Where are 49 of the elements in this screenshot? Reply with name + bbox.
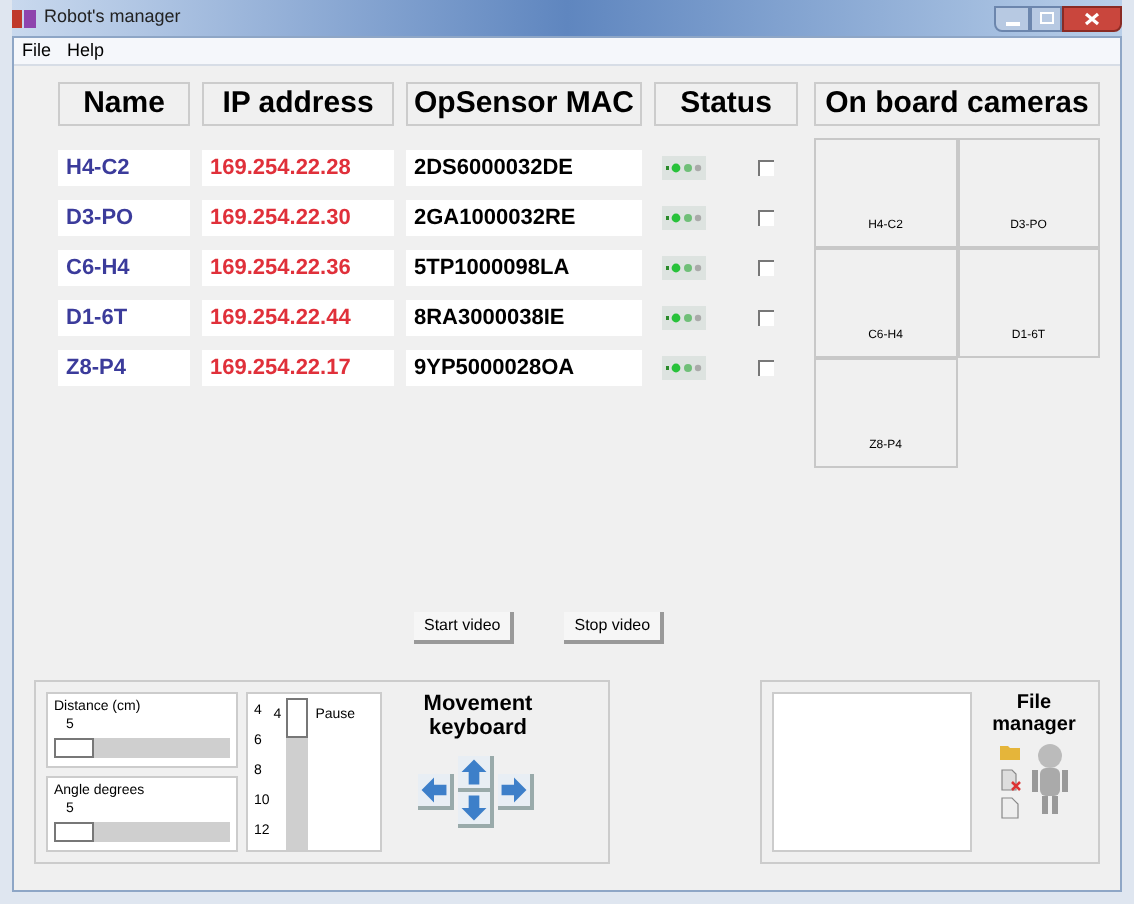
checkbox[interactable] <box>758 160 774 176</box>
robot-icon <box>1027 740 1071 820</box>
checkbox[interactable] <box>758 210 774 226</box>
down-arrow-button[interactable] <box>458 792 494 828</box>
movement-title: Movement keyboard <box>421 692 535 740</box>
name-field[interactable]: Z8-P4 <box>58 350 190 386</box>
video-button[interactable]: Start video <box>414 612 515 644</box>
menu-item[interactable]: Help <box>67 37 105 65</box>
slider-track[interactable] <box>54 822 230 842</box>
menu-item[interactable]: File <box>22 37 52 65</box>
ip-field[interactable]: 169.254.22.44 <box>202 300 394 336</box>
mac-field[interactable]: 8RA3000038IE <box>406 300 642 336</box>
mac-field[interactable]: 2GA1000032RE <box>406 200 642 236</box>
speed-track[interactable] <box>285 698 308 850</box>
close-button[interactable] <box>1062 5 1122 31</box>
right-arrow-button[interactable] <box>498 774 534 810</box>
name-field[interactable]: D1-6T <box>58 300 190 336</box>
name-field[interactable]: D3-PO <box>58 200 190 236</box>
column-header: IP address <box>202 82 394 126</box>
column-header: Name <box>58 82 190 126</box>
ip-field[interactable]: 169.254.22.30 <box>202 200 394 236</box>
ip-field[interactable]: 169.254.22.36 <box>202 250 394 286</box>
file-manager-title: File manager <box>990 692 1078 736</box>
name-field[interactable]: H4-C2 <box>58 150 190 186</box>
column-header: OpSensor MAC <box>406 82 642 126</box>
video-button[interactable]: Stop video <box>564 612 665 644</box>
delete-file-icon[interactable] <box>997 768 1021 792</box>
checkbox[interactable] <box>758 310 774 326</box>
ip-field[interactable]: 169.254.22.28 <box>202 150 394 186</box>
window-title: Robot's manager <box>44 4 181 31</box>
column-header: Status <box>654 82 798 126</box>
up-arrow-button[interactable] <box>458 756 494 792</box>
column-header: On board cameras <box>814 82 1100 126</box>
close-icon <box>1084 11 1100 25</box>
ip-field[interactable]: 169.254.22.17 <box>202 350 394 386</box>
mac-field[interactable]: 2DS6000032DE <box>406 150 642 186</box>
minimize-button[interactable] <box>994 5 1030 31</box>
slider-thumb[interactable] <box>54 738 94 758</box>
name-field[interactable]: C6-H4 <box>58 250 190 286</box>
speed-thumb[interactable] <box>285 698 308 738</box>
app-icon <box>12 9 36 27</box>
maximize-button[interactable] <box>1030 5 1062 31</box>
mac-field[interactable]: 9YP5000028OA <box>406 350 642 386</box>
left-arrow-button[interactable] <box>418 774 454 810</box>
slider-thumb[interactable] <box>54 822 94 842</box>
checkbox[interactable] <box>758 260 774 276</box>
mac-field[interactable]: 5TP1000098LA <box>406 250 642 286</box>
checkbox[interactable] <box>758 360 774 376</box>
slider-track[interactable] <box>54 738 230 758</box>
